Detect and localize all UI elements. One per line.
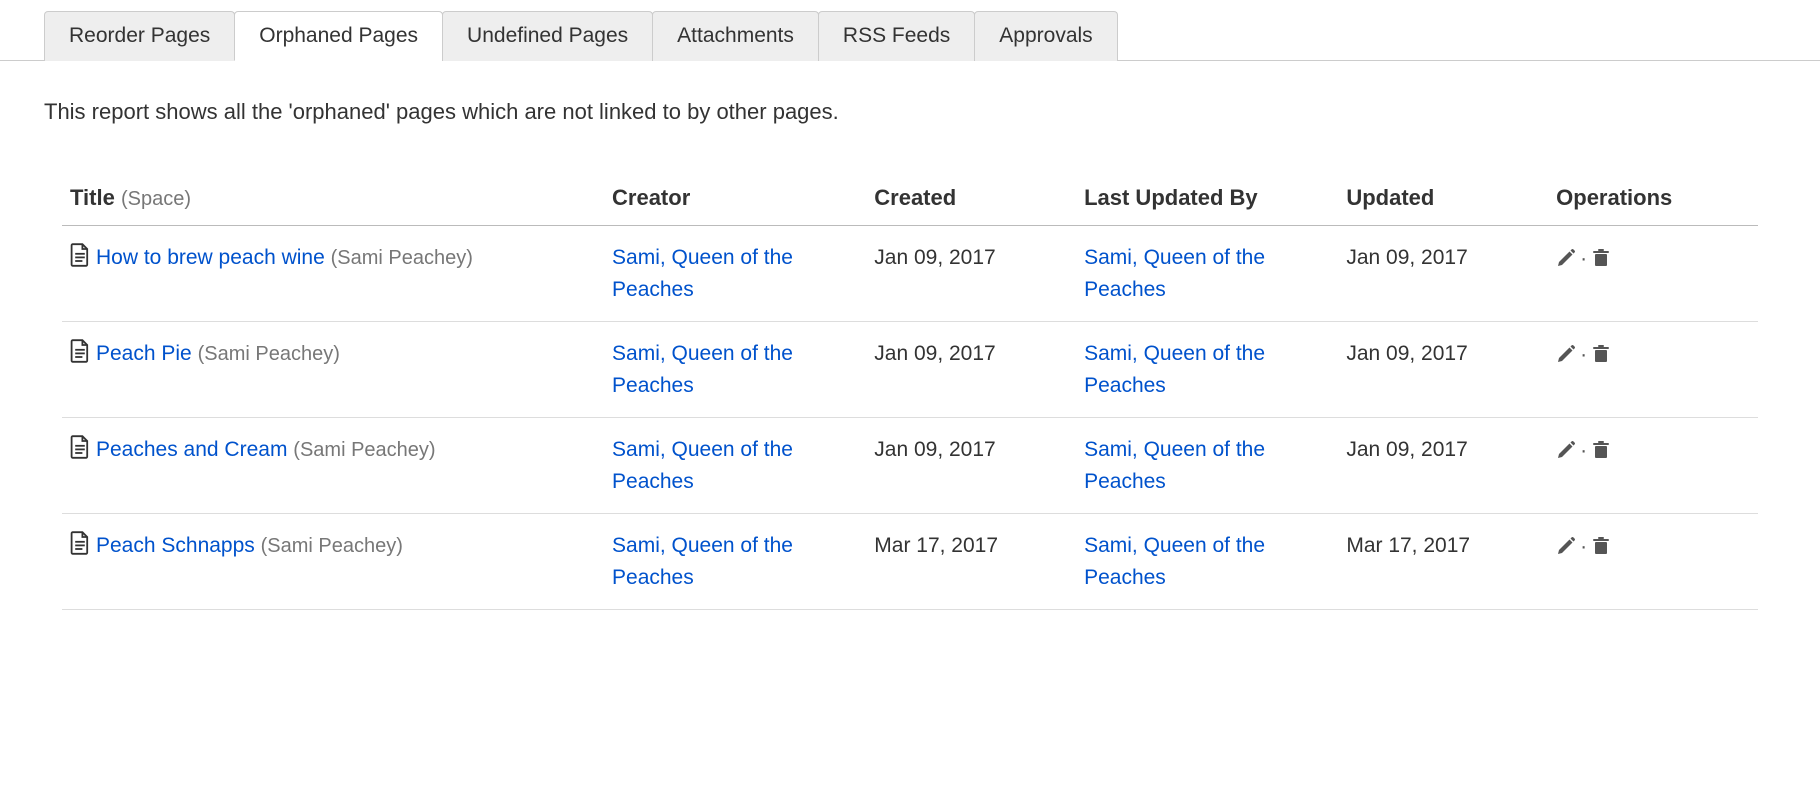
operation-separator: · — [1580, 531, 1587, 563]
space-name: (Sami Peachey) — [293, 439, 435, 461]
column-header-creator: Creator — [604, 175, 866, 226]
creator-link[interactable]: Sami, Queen of the Peaches — [612, 438, 793, 493]
created-date: Jan 09, 2017 — [866, 418, 1076, 514]
tab-approvals[interactable]: Approvals — [974, 11, 1117, 61]
tab-attachments[interactable]: Attachments — [652, 11, 819, 61]
orphaned-pages-table: Title (Space) Creator Created Last Updat… — [62, 175, 1758, 610]
operation-separator: · — [1580, 243, 1587, 275]
edit-icon[interactable] — [1556, 242, 1576, 274]
creator-link[interactable]: Sami, Queen of the Peaches — [612, 246, 793, 301]
delete-icon[interactable] — [1591, 338, 1611, 370]
tab-reorder-pages[interactable]: Reorder Pages — [44, 11, 235, 61]
column-header-updated: Updated — [1338, 175, 1548, 226]
created-date: Jan 09, 2017 — [866, 322, 1076, 418]
tab-rss-feeds[interactable]: RSS Feeds — [818, 11, 975, 61]
table-row: Peaches and Cream (Sami Peachey) Sami, Qu… — [62, 418, 1758, 514]
page-title-link[interactable]: Peaches and Cream — [96, 438, 287, 461]
delete-icon[interactable] — [1591, 530, 1611, 562]
edit-icon[interactable] — [1556, 434, 1576, 466]
updated-date: Jan 09, 2017 — [1338, 322, 1548, 418]
updated-date: Mar 17, 2017 — [1338, 514, 1548, 610]
column-header-title: Title (Space) — [62, 175, 604, 226]
operation-separator: · — [1580, 435, 1587, 467]
page-title-link[interactable]: Peach Pie — [96, 342, 192, 365]
page-title-link[interactable]: How to brew peach wine — [96, 246, 325, 269]
tab-orphaned-pages[interactable]: Orphaned Pages — [234, 11, 443, 61]
tab-undefined-pages[interactable]: Undefined Pages — [442, 11, 653, 61]
page-icon — [70, 531, 90, 565]
edit-icon[interactable] — [1556, 338, 1576, 370]
delete-icon[interactable] — [1591, 242, 1611, 274]
edit-icon[interactable] — [1556, 530, 1576, 562]
space-name: (Sami Peachey) — [261, 535, 403, 557]
updated-by-link[interactable]: Sami, Queen of the Peaches — [1084, 438, 1265, 493]
table-row: Peach Pie (Sami Peachey) Sami, Queen of t… — [62, 322, 1758, 418]
report-description: This report shows all the 'orphaned' pag… — [44, 99, 1776, 125]
table-row: Peach Schnapps (Sami Peachey) Sami, Queen… — [62, 514, 1758, 610]
page-icon — [70, 339, 90, 373]
created-date: Jan 09, 2017 — [866, 226, 1076, 322]
delete-icon[interactable] — [1591, 434, 1611, 466]
tab-bar: Reorder Pages Orphaned Pages Undefined P… — [0, 0, 1820, 61]
column-header-updated-by: Last Updated By — [1076, 175, 1338, 226]
updated-date: Jan 09, 2017 — [1338, 418, 1548, 514]
creator-link[interactable]: Sami, Queen of the Peaches — [612, 342, 793, 397]
page-title-link[interactable]: Peach Schnapps — [96, 534, 255, 557]
column-header-created: Created — [866, 175, 1076, 226]
updated-date: Jan 09, 2017 — [1338, 226, 1548, 322]
space-name: (Sami Peachey) — [198, 343, 340, 365]
column-header-operations: Operations — [1548, 175, 1758, 226]
updated-by-link[interactable]: Sami, Queen of the Peaches — [1084, 534, 1265, 589]
operation-separator: · — [1580, 339, 1587, 371]
page-icon — [70, 243, 90, 277]
updated-by-link[interactable]: Sami, Queen of the Peaches — [1084, 342, 1265, 397]
page-icon — [70, 435, 90, 469]
table-row: How to brew peach wine (Sami Peachey) Sam… — [62, 226, 1758, 322]
space-name: (Sami Peachey) — [331, 247, 473, 269]
created-date: Mar 17, 2017 — [866, 514, 1076, 610]
updated-by-link[interactable]: Sami, Queen of the Peaches — [1084, 246, 1265, 301]
creator-link[interactable]: Sami, Queen of the Peaches — [612, 534, 793, 589]
